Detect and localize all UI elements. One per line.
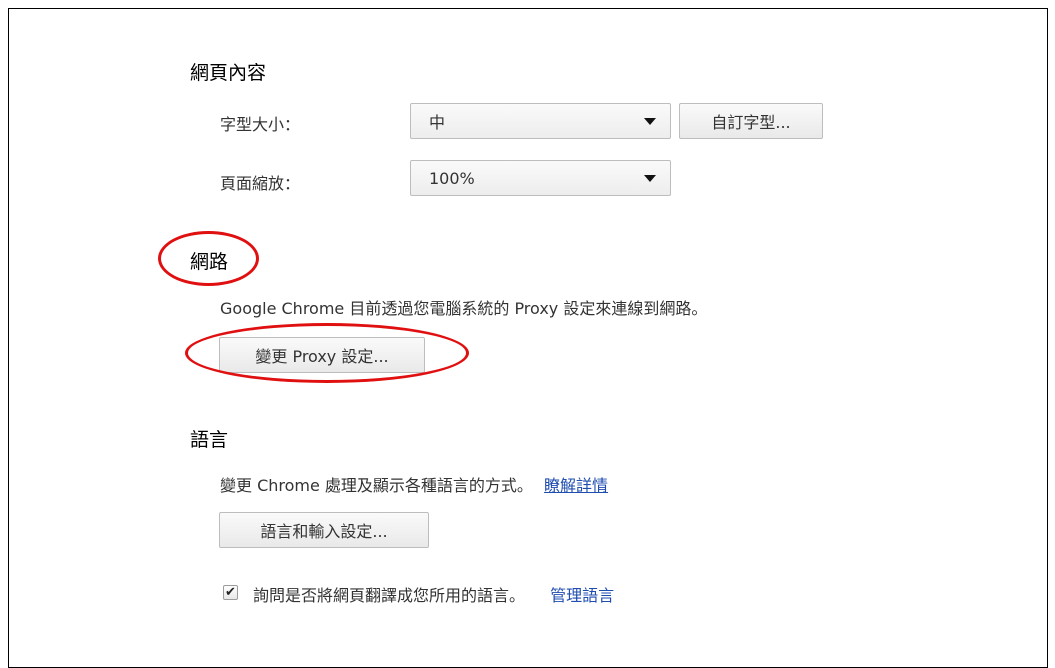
zoom-select-value: 100% (429, 168, 475, 188)
zoom-select[interactable]: 100% (410, 160, 671, 196)
translate-checkbox[interactable]: ✔ (223, 585, 238, 600)
chevron-down-icon (644, 175, 656, 182)
translate-row: 詢問是否將網頁翻譯成您所用的語言。 管理語言 (253, 582, 614, 606)
change-proxy-settings-button[interactable]: 變更 Proxy 設定... (219, 337, 425, 373)
learn-more-link[interactable]: 瞭解詳情 (544, 476, 608, 495)
section-title-languages: 語言 (190, 429, 229, 451)
checkmark-icon: ✔ (225, 585, 236, 600)
custom-fonts-button[interactable]: 自訂字型... (679, 103, 823, 139)
languages-description: 變更 Chrome 處理及顯示各種語言的方式。 (220, 476, 533, 495)
network-description: Google Chrome 目前透過您電腦系統的 Proxy 設定來連線到網路。 (220, 299, 708, 318)
section-title-network: 網路 (190, 251, 229, 273)
translate-checkbox-label[interactable]: 詢問是否將網頁翻譯成您所用的語言。 (253, 586, 525, 605)
manage-languages-link[interactable]: 管理語言 (550, 586, 614, 605)
section-title-web-content: 網頁內容 (190, 62, 267, 84)
chevron-down-icon (644, 118, 656, 125)
zoom-label: 頁面縮放： (220, 174, 301, 193)
font-size-select-value: 中 (429, 113, 446, 132)
font-size-select[interactable]: 中 (410, 103, 671, 139)
languages-description-row: 變更 Chrome 處理及顯示各種語言的方式。 瞭解詳情 (220, 472, 608, 496)
language-input-settings-button[interactable]: 語言和輸入設定... (219, 512, 429, 548)
font-size-label: 字型大小： (220, 115, 301, 134)
